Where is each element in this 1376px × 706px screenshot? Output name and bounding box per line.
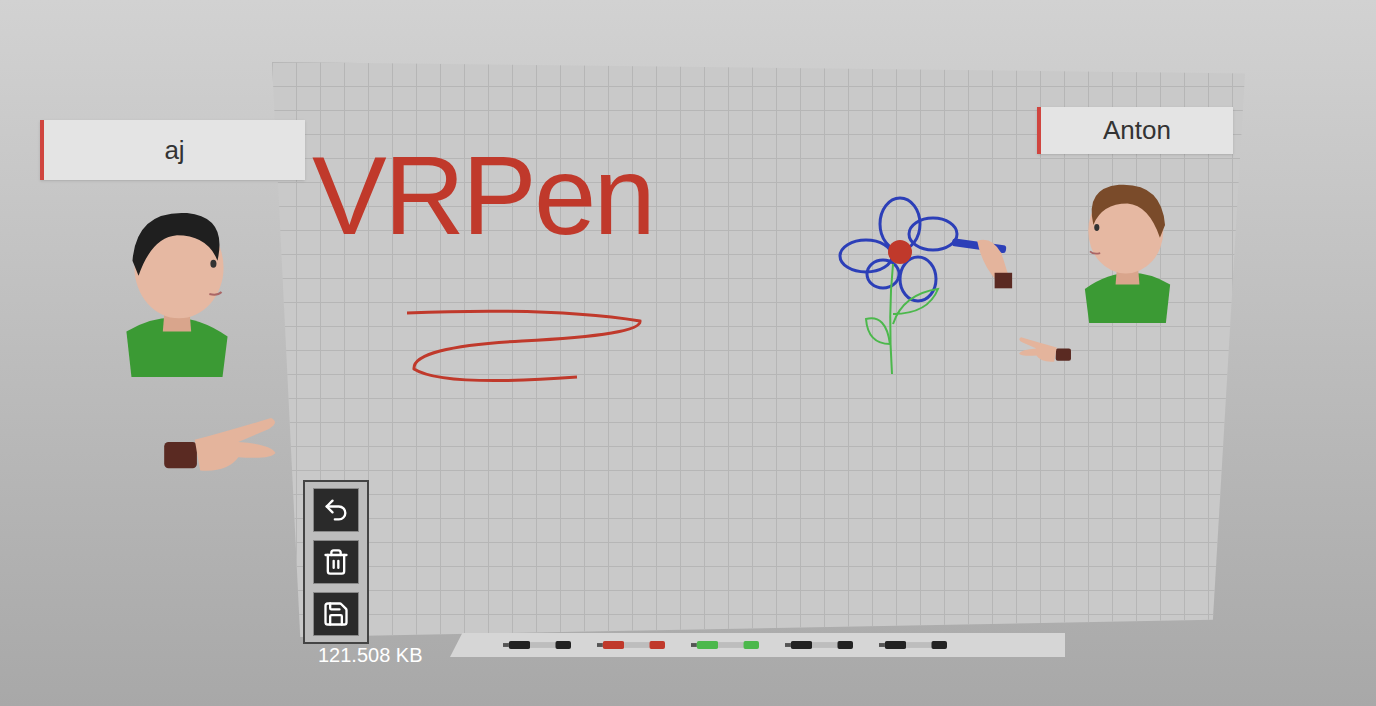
user-name-tag: Anton <box>1037 107 1233 154</box>
undo-button[interactable] <box>313 488 359 532</box>
underline-scribble-icon <box>402 307 652 397</box>
avatar-hand-icon <box>1016 326 1072 376</box>
save-button[interactable] <box>313 592 359 636</box>
marker[interactable] <box>503 640 571 650</box>
save-icon <box>322 600 350 628</box>
marker[interactable] <box>597 640 665 650</box>
delete-button[interactable] <box>313 540 359 584</box>
marker[interactable] <box>691 640 759 650</box>
avatar-head-icon <box>1075 178 1180 323</box>
file-size: 121.508 KB <box>318 643 423 668</box>
marker[interactable] <box>879 640 947 650</box>
user-name: aj <box>164 131 184 170</box>
avatar-head-icon <box>112 205 242 377</box>
toolbar <box>303 480 369 644</box>
drawing-text: VRPen <box>312 140 653 252</box>
flower-drawing-icon <box>838 194 968 379</box>
user-name-tag: aj <box>40 120 305 180</box>
undo-icon <box>322 496 350 524</box>
trash-icon <box>322 548 350 576</box>
avatar-hand-icon <box>162 405 282 490</box>
marker-tray <box>450 633 1065 657</box>
held-marker-icon <box>948 234 1016 296</box>
marker[interactable] <box>785 640 853 650</box>
vr-scene: VRPen aj Anton 121.508 KB <box>0 0 1376 706</box>
user-name: Anton <box>1103 111 1171 150</box>
